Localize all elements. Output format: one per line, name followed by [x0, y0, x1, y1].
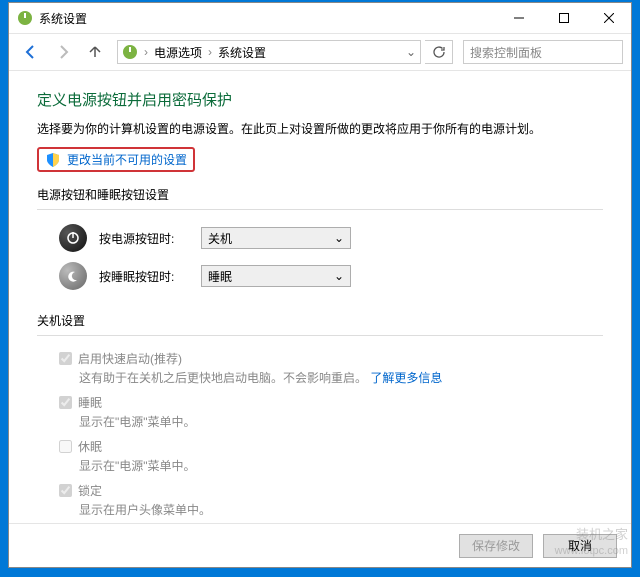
close-button[interactable] [586, 3, 631, 33]
shield-icon [45, 152, 61, 168]
sleep-button-label: 按睡眠按钮时: [99, 268, 189, 285]
lock-checkbox: 锁定 [59, 482, 603, 499]
forward-button[interactable] [49, 38, 77, 66]
chevron-down-icon[interactable]: ⌄ [406, 45, 416, 59]
lock-desc: 显示在用户头像菜单中。 [79, 501, 603, 518]
maximize-button[interactable] [541, 3, 586, 33]
breadcrumb-item[interactable]: 系统设置 [218, 44, 266, 61]
fast-startup-desc: 这有助于在关机之后更快地启动电脑。不会影响重启。 了解更多信息 [79, 369, 603, 386]
search-input[interactable]: 搜索控制面板 [463, 40, 623, 64]
sleep-desc: 显示在"电源"菜单中。 [79, 413, 603, 430]
divider [37, 335, 603, 336]
divider [37, 209, 603, 210]
breadcrumb-item[interactable]: 电源选项 [154, 44, 202, 61]
buttons-section-title: 电源按钮和睡眠按钮设置 [37, 186, 603, 203]
save-button[interactable]: 保存修改 [459, 534, 533, 558]
chevron-down-icon: ⌄ [334, 231, 344, 245]
settings-window: 系统设置 › 电源选项 › 系统设置 ⌄ 搜索控制面板 定义电源按钮并启用密码保… [8, 2, 632, 568]
back-button[interactable] [17, 38, 45, 66]
window-title: 系统设置 [39, 10, 496, 27]
titlebar: 系统设置 [9, 3, 631, 33]
power-button-row: 按电源按钮时: 关机 ⌄ [59, 224, 603, 252]
location-icon [122, 44, 138, 60]
chevron-right-icon: › [208, 45, 212, 59]
hibernate-checkbox: 休眠 [59, 438, 603, 455]
toolbar: › 电源选项 › 系统设置 ⌄ 搜索控制面板 [9, 33, 631, 71]
change-unavailable-link[interactable]: 更改当前不可用的设置 [37, 147, 195, 172]
footer: 保存修改 取消 [9, 523, 631, 567]
minimize-button[interactable] [496, 3, 541, 33]
power-icon [59, 224, 87, 252]
up-button[interactable] [81, 38, 109, 66]
chevron-down-icon: ⌄ [334, 269, 344, 283]
sleep-checkbox: 睡眠 [59, 394, 603, 411]
page-description: 选择要为你的计算机设置的电源设置。在此页上对设置所做的更改将应用于你所有的电源计… [37, 120, 603, 137]
sleep-icon [59, 262, 87, 290]
hibernate-desc: 显示在"电源"菜单中。 [79, 457, 603, 474]
app-icon [17, 10, 33, 26]
sleep-button-select[interactable]: 睡眠 ⌄ [201, 265, 351, 287]
power-button-select[interactable]: 关机 ⌄ [201, 227, 351, 249]
shutdown-section-title: 关机设置 [37, 312, 603, 329]
address-bar[interactable]: › 电源选项 › 系统设置 ⌄ [117, 40, 421, 64]
chevron-right-icon: › [144, 45, 148, 59]
sleep-button-row: 按睡眠按钮时: 睡眠 ⌄ [59, 262, 603, 290]
cancel-button[interactable]: 取消 [543, 534, 617, 558]
fast-startup-checkbox: 启用快速启动(推荐) [59, 350, 603, 367]
refresh-button[interactable] [425, 40, 453, 64]
page-heading: 定义电源按钮并启用密码保护 [37, 89, 603, 110]
content-area: 定义电源按钮并启用密码保护 选择要为你的计算机设置的电源设置。在此页上对设置所做… [9, 71, 631, 523]
power-button-label: 按电源按钮时: [99, 230, 189, 247]
learn-more-link[interactable]: 了解更多信息 [370, 371, 442, 385]
